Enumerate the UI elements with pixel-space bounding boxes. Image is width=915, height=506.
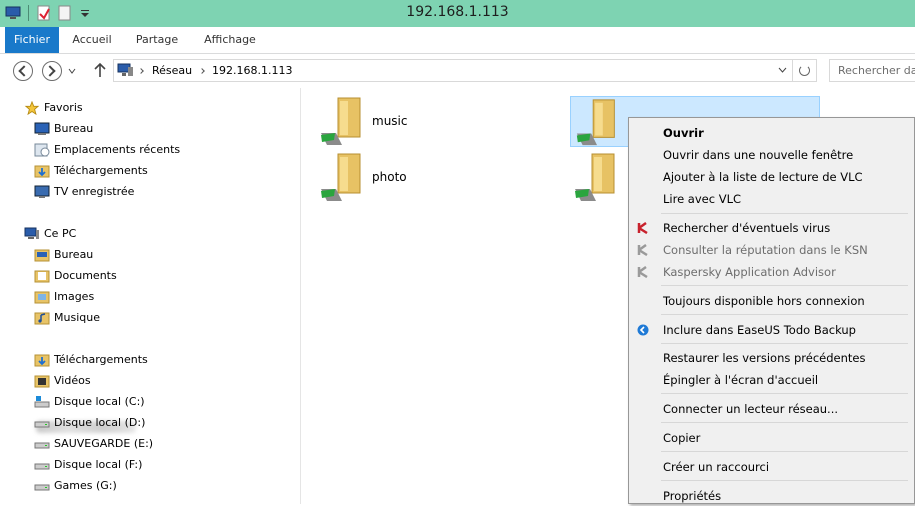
search-input[interactable]: Rechercher dans [829, 59, 915, 82]
refresh-button[interactable] [793, 59, 817, 82]
desktop-icon [34, 122, 50, 135]
kaspersky-icon [637, 244, 648, 256]
menu-separator [661, 422, 908, 423]
menu-separator [661, 314, 908, 315]
menu-ouvrir[interactable]: Ouvrir [629, 123, 914, 143]
menu-separator [661, 213, 908, 214]
shared-folder-icon [321, 97, 361, 145]
menu-separator [661, 480, 908, 481]
menu-rechercher-virus[interactable]: Rechercher d'éventuels virus [629, 218, 914, 238]
tab-affichage[interactable]: Affichage [196, 27, 264, 53]
menu-proprietes[interactable]: Propriétés [629, 486, 914, 506]
up-arrow-icon[interactable] [93, 61, 107, 79]
breadcrumb-ip[interactable]: 192.168.1.113 [212, 64, 292, 77]
star-icon [24, 101, 40, 115]
back-button[interactable] [13, 61, 33, 81]
drive-icon [34, 442, 50, 449]
menu-epingler[interactable]: Épingler à l'écran d'accueil [629, 370, 914, 390]
menu-kaspersky-advisor[interactable]: Kaspersky Application Advisor [629, 262, 914, 282]
downloads-folder-icon [34, 354, 50, 367]
menu-easeus-backup[interactable]: Inclure dans EaseUS Todo Backup [629, 320, 914, 340]
windows-drive-icon [34, 396, 50, 408]
navigation-pane: Favoris Bureau Emplacements récents Télé… [0, 88, 301, 504]
menu-hors-connexion[interactable]: Toujours disponible hors connexion [629, 291, 914, 311]
music-folder-icon [34, 312, 50, 325]
drive-icon [34, 421, 50, 428]
menu-restaurer-versions[interactable]: Restaurer les versions précédentes [629, 348, 914, 368]
menu-creer-raccourci[interactable]: Créer un raccourci [629, 457, 914, 477]
network-icon [117, 63, 133, 76]
folder-music[interactable]: music [318, 93, 428, 149]
videos-folder-icon [34, 375, 50, 388]
shared-folder-icon [575, 153, 615, 201]
documents-folder-icon [34, 270, 50, 283]
menu-ajouter-vlc[interactable]: Ajouter à la liste de lecture de VLC [629, 167, 914, 187]
drive-icon [34, 484, 50, 491]
menu-copier[interactable]: Copier [629, 428, 914, 448]
window-title: 192.168.1.113 [406, 4, 509, 20]
drive-icon [34, 463, 50, 470]
kaspersky-icon [637, 266, 648, 278]
menu-separator [661, 343, 908, 344]
address-bar[interactable]: Réseau 192.168.1.113 [113, 59, 793, 82]
address-dropdown-icon[interactable] [778, 67, 787, 74]
tab-accueil[interactable]: Accueil [62, 27, 122, 53]
menu-connecter-lecteur[interactable]: Connecter un lecteur réseau... [629, 399, 914, 419]
shared-folder-icon [576, 99, 615, 146]
shared-folder-icon [321, 153, 361, 201]
tv-icon [34, 185, 50, 198]
forward-button[interactable] [42, 61, 62, 81]
recent-places-icon [34, 143, 50, 157]
menu-lire-vlc[interactable]: Lire avec VLC [629, 189, 914, 209]
ribbon-tabs: Fichier Accueil Partage Affichage [0, 27, 915, 54]
menu-separator [661, 285, 908, 286]
folder-icon [34, 249, 50, 262]
menu-ouvrir-nouvelle-fenetre[interactable]: Ouvrir dans une nouvelle fenêtre [629, 145, 914, 165]
folder-photo[interactable]: photo [318, 149, 428, 205]
tab-fichier[interactable]: Fichier [5, 27, 59, 53]
tab-partage[interactable]: Partage [127, 27, 187, 53]
navigation-bar: Réseau 192.168.1.113 Rechercher dans [0, 54, 915, 88]
breadcrumb-reseau[interactable]: Réseau [152, 64, 192, 77]
computer-icon [24, 227, 39, 239]
menu-reputation-ksn[interactable]: Consulter la réputation dans le KSN [629, 240, 914, 260]
search-placeholder: Rechercher dans [838, 64, 915, 77]
kaspersky-icon [637, 222, 648, 234]
downloads-folder-icon [34, 165, 50, 178]
recent-locations-chevron-icon[interactable] [68, 67, 76, 75]
title-bar: 192.168.1.113 [0, 0, 915, 27]
menu-separator [661, 451, 908, 452]
context-menu: Ouvrir Ouvrir dans une nouvelle fenêtre … [628, 117, 915, 504]
folder-fourth[interactable] [572, 149, 632, 205]
easeus-icon [637, 324, 649, 336]
breadcrumb-separator-icon[interactable] [199, 68, 205, 74]
menu-separator [661, 393, 908, 394]
breadcrumb-separator-icon[interactable] [138, 68, 144, 74]
pictures-folder-icon [34, 291, 50, 304]
